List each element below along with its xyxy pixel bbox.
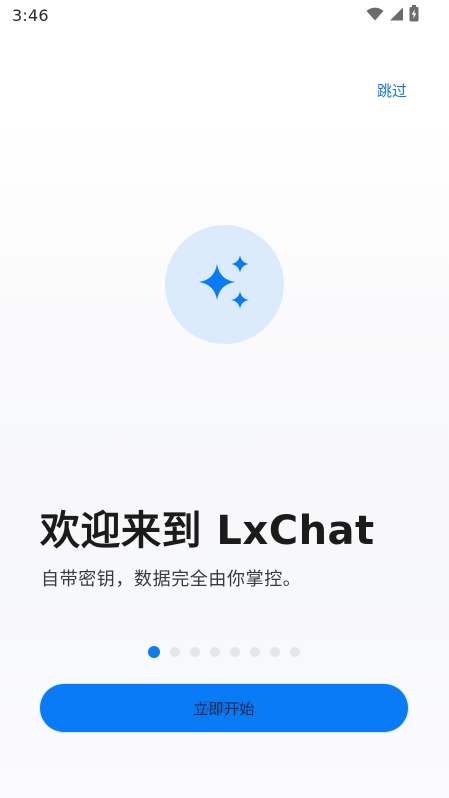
status-time: 3:46 [12, 6, 49, 25]
start-button-label: 立即开始 [192, 699, 255, 718]
page-indicator [148, 645, 310, 659]
start-button[interactable]: 探索 AI 立即开始 [40, 684, 408, 732]
page-dot[interactable] [210, 647, 220, 657]
status-icons [366, 4, 419, 26]
sparkles-icon [195, 253, 255, 317]
battery-charging-icon [409, 4, 419, 26]
hero-illustration [165, 225, 284, 344]
status-bar: 3:46 [0, 0, 449, 32]
page-dot[interactable] [230, 647, 240, 657]
wifi-icon [366, 6, 384, 25]
page-dot[interactable] [290, 647, 300, 657]
welcome-title: 欢迎来到 LxChat [40, 508, 375, 554]
page-dot[interactable] [250, 647, 260, 657]
page-dot-active[interactable] [148, 646, 160, 658]
skip-button[interactable]: 跳过 [377, 80, 407, 101]
page-dot[interactable] [190, 647, 200, 657]
cell-signal-icon [389, 6, 404, 25]
page-dot[interactable] [170, 647, 180, 657]
welcome-subtitle: 自带密钥，数据完全由你掌控。 [41, 569, 302, 590]
page-dot[interactable] [270, 647, 280, 657]
